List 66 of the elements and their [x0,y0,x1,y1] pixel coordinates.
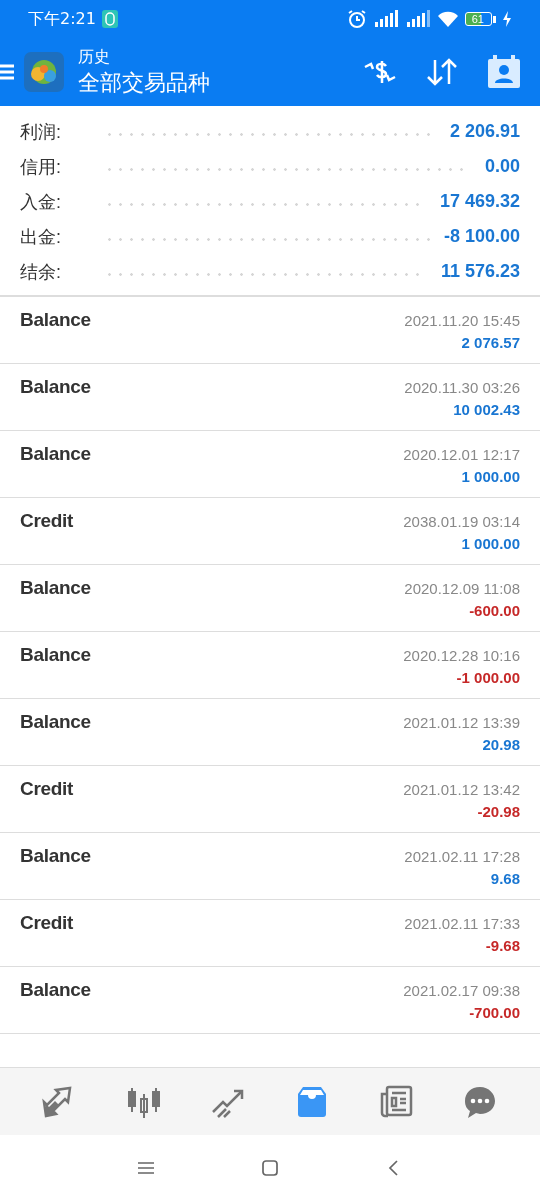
transaction-amount: 2 076.57 [461,334,520,351]
transaction-amount: 20.98 [482,736,520,753]
transaction-row[interactable]: Credit 2021.02.11 17:33 -9.68 [0,900,540,967]
summary-value: 0.00 [484,156,520,177]
transaction-time: 2020.12.01 12:17 [403,446,520,463]
summary-label: 结余: [20,260,62,284]
transaction-type: Balance [20,845,91,868]
summary-label: 出金: [20,225,62,249]
summary-label: 信用: [20,155,62,179]
transaction-time: 2020.12.28 10:16 [403,647,520,664]
transaction-type: Balance [20,309,91,332]
transaction-amount: -600.00 [469,602,520,619]
charging-icon [502,11,512,27]
alarm-icon [346,9,367,29]
transaction-amount: -1 000.00 [456,669,520,686]
transaction-type: Balance [20,443,91,466]
transaction-row[interactable]: Balance 2021.01.12 13:39 20.98 [0,699,540,766]
transaction-type: Credit [20,912,74,935]
transaction-row[interactable]: Balance 2021.02.17 09:38 -700.00 [0,967,540,1034]
transaction-row[interactable]: Balance 2020.12.01 12:17 1 000.00 [0,431,540,498]
wifi-icon [436,10,459,28]
transaction-time: 2021.11.20 15:45 [404,312,520,329]
transaction-time: 2021.02.11 17:33 [404,915,520,932]
transaction-time: 2021.02.17 09:38 [403,982,520,999]
transaction-type: Balance [20,577,91,600]
app-logo-icon [24,52,64,92]
signal-icon [372,10,399,28]
transaction-type: Balance [20,644,91,667]
transaction-type: Balance [20,711,91,734]
transaction-amount: 9.68 [490,870,520,887]
news-icon [378,1083,414,1120]
transaction-time: 2020.11.30 03:26 [404,379,520,396]
screen-title: 全部交易品种 [78,68,211,97]
screen-subtitle: 历史 [78,46,111,67]
status-time: 下午2:21 [28,8,96,30]
transaction-row[interactable]: Balance 2021.11.20 15:45 2 076.57 [0,297,540,364]
transaction-amount: -20.98 [477,803,520,820]
transaction-amount: 1 000.00 [461,535,520,552]
transaction-time: 2021.01.12 13:42 [403,781,520,798]
app-notification-icon [101,10,118,28]
transaction-row[interactable]: Balance 2020.11.30 03:26 10 002.43 [0,364,540,431]
transaction-time: 2021.02.11 17:28 [404,848,520,865]
summary-label: 利润: [20,120,62,144]
summary-label: 入金: [20,190,62,214]
transaction-row[interactable]: Credit 2038.01.19 03:14 1 000.00 [0,498,540,565]
summary-value: -8 100.00 [443,226,520,247]
transaction-type: Credit [20,778,74,801]
signal-icon [404,10,431,28]
transaction-amount: 1 000.00 [461,468,520,485]
transaction-type: Balance [20,376,91,399]
transaction-time: 2038.01.19 03:14 [403,513,520,530]
transaction-amount: -9.68 [485,937,520,954]
transaction-time: 2020.12.09 11:08 [404,580,520,597]
summary-value: 17 469.32 [439,191,520,212]
summary-value: 11 576.23 [440,261,520,282]
transaction-amount: -700.00 [469,1004,520,1021]
battery-tip-icon [493,15,496,23]
transaction-type: Balance [20,979,91,1002]
transaction-row[interactable]: Balance 2020.12.09 11:08 -600.00 [0,565,540,632]
summary-value: 2 206.91 [449,121,520,142]
transaction-row[interactable]: Credit 2021.01.12 13:42 -20.98 [0,766,540,833]
transaction-time: 2021.01.12 13:39 [403,714,520,731]
transaction-row[interactable]: Balance 2021.02.11 17:28 9.68 [0,833,540,900]
transaction-type: Credit [20,510,74,533]
transaction-amount: 10 002.43 [453,401,520,418]
transaction-row[interactable]: Balance 2020.12.28 10:16 -1 000.00 [0,632,540,699]
